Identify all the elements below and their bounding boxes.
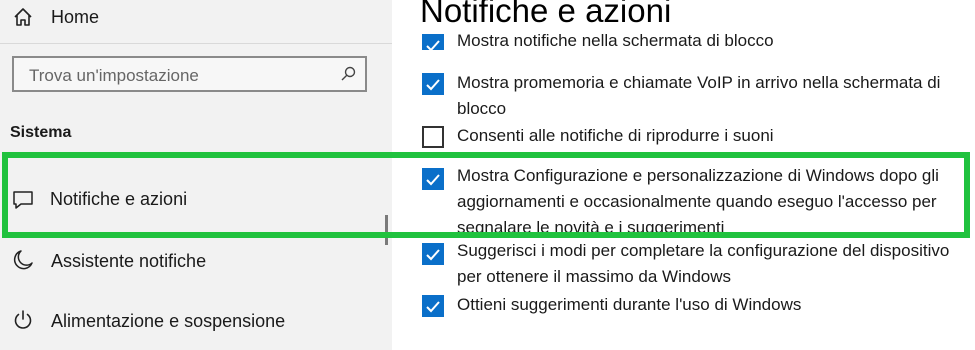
checkbox[interactable]	[422, 295, 444, 317]
checkmark-icon	[426, 249, 440, 261]
sidebar-item-label: Assistente notifiche	[51, 251, 207, 271]
checkmark-icon	[426, 40, 440, 50]
checkbox-label: Mostra notifiche nella schermata di bloc…	[457, 31, 774, 50]
settings-sidebar: Home Trova un'impostazione Sistema Notif…	[0, 0, 392, 350]
sidebar-scrollbar[interactable]	[385, 215, 388, 245]
search-placeholder: Trova un'impostazione	[29, 66, 199, 85]
sidebar-divider	[0, 43, 392, 44]
home-icon	[14, 8, 32, 26]
checkbox-label: Ottieni suggerimenti durante l'uso di Wi…	[457, 295, 802, 314]
lock-screen-notifications-option: Mostra notifiche nella schermata di bloc…	[422, 30, 962, 50]
checkbox-label: Mostra Configurazione e personalizzazion…	[457, 166, 939, 237]
checkbox[interactable]	[422, 168, 444, 190]
search-input[interactable]: Trova un'impostazione	[12, 56, 367, 92]
sidebar-item-home[interactable]: Home	[0, 0, 392, 34]
moon-icon	[13, 250, 33, 270]
sidebar-item-notifications[interactable]: Notifiche e azioni	[0, 170, 392, 230]
checkmark-icon	[426, 79, 440, 91]
sidebar-item-label: Notifiche e azioni	[50, 189, 188, 209]
power-icon	[14, 310, 32, 329]
checkbox-label: Suggerisci i modi per completare la conf…	[457, 241, 950, 286]
speech-bubble-icon	[13, 191, 33, 209]
checkbox-label: Consenti alle notifiche di riprodurre i …	[457, 126, 774, 145]
sidebar-item-label: Alimentazione e sospensione	[51, 311, 286, 331]
section-title: Sistema	[10, 124, 72, 141]
checkbox[interactable]	[422, 243, 444, 265]
checkbox[interactable]	[422, 73, 444, 95]
checkbox-label: Mostra promemoria e chiamate VoIP in arr…	[457, 73, 941, 118]
checkmark-icon	[426, 174, 440, 186]
checkbox[interactable]	[422, 34, 444, 50]
search-icon	[341, 66, 356, 81]
checkbox[interactable]	[422, 126, 444, 148]
checkmark-icon	[426, 301, 440, 313]
sidebar-item-label: Home	[51, 7, 100, 27]
page-title: Notifiche e azioni	[420, 0, 672, 29]
sidebar-item-focus-assist[interactable]: Assistente notifiche	[0, 244, 392, 278]
sidebar-item-power-sleep[interactable]: Alimentazione e sospensione	[0, 304, 392, 338]
